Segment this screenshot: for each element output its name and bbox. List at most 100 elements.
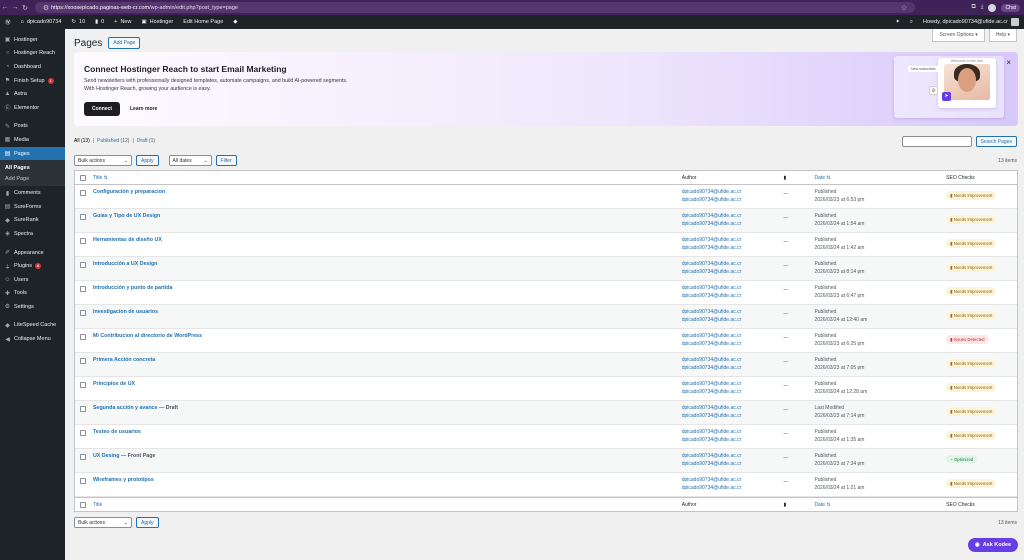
row-checkbox[interactable] [79,190,86,196]
row-checkbox[interactable] [79,262,86,268]
row-checkbox[interactable] [79,382,86,388]
page-title-link[interactable]: UX Desing [93,453,120,459]
apply-button[interactable]: Apply [136,155,159,166]
sidebar-item-surerank[interactable]: ◆ SureRank [0,214,65,228]
address-bar[interactable]: ⚙ https://xoosepicado.paginas-web-cr.com… [35,2,915,13]
filter-button[interactable]: Filter [215,155,237,166]
add-page-button[interactable]: Add Page [108,37,141,49]
sidebar-item-elementor[interactable]: Ⓔ Elementor [0,101,65,115]
ai-sparkle-icon[interactable]: ✦ [890,15,905,29]
diamond-icon[interactable]: ◆ [228,15,242,29]
site-info-icon[interactable]: ⚙ [41,4,51,12]
seo-status-badge[interactable]: ▮ Needs Improvement [946,215,997,224]
row-checkbox[interactable] [79,214,86,220]
author-link[interactable]: dpicado90734@ufide.ac.cr [682,285,784,293]
sidebar-item-hostinger-reach[interactable]: ○ Hostinger Reach [0,47,65,61]
updates-link[interactable]: ↻ 10 [66,15,90,29]
sidebar-item-sureforms[interactable]: ▤ SureForms [0,200,65,214]
close-icon[interactable]: × [1006,58,1011,67]
howdy-account[interactable]: Howdy, dpicado90734@ufide.ac.cr [918,15,1024,29]
seo-status-badge[interactable]: ▮ Needs Improvement [946,359,997,368]
author-link[interactable]: dpicado90734@ufide.ac.cr [682,309,784,317]
wp-logo-icon[interactable]: Ⓦ [0,15,16,29]
reload-icon[interactable]: ↻ [20,4,30,12]
author-link[interactable]: dpicado90734@ufide.ac.cr [682,189,784,197]
site-name-link[interactable]: ⌂ dpicado90734 [16,15,67,29]
forward-icon[interactable]: → [10,4,20,11]
hostinger-link[interactable]: ▣ Hostinger [136,15,178,29]
sidebar-item-litespeed-cache[interactable]: ◆ LiteSpeed Cache [0,319,65,333]
sidebar-item-dashboard[interactable]: ◔ Dashboard [0,60,65,74]
author-link[interactable]: dpicado90734@ufide.ac.cr [682,405,784,413]
sidebar-item-tools[interactable]: ✚ Tools [0,287,65,301]
dates-select[interactable]: All dates ⌄ [168,155,212,166]
seo-status-badge[interactable]: ▮ Needs Improvement [946,287,997,296]
author-link[interactable]: dpicado90734@ufide.ac.cr [682,461,784,469]
page-title-link[interactable]: Testeo de usuarios [93,429,141,435]
seo-status-badge[interactable]: ▮ Issues Detected [946,335,989,344]
row-checkbox[interactable] [79,334,86,340]
page-title-link[interactable]: Introducción y punto de partida [93,285,172,291]
sidebar-item-astra[interactable]: ▲ Astra [0,87,65,101]
bookmark-star-icon[interactable]: ☆ [899,4,909,12]
learn-more-link[interactable]: Learn more [130,106,157,112]
title-column-header[interactable]: Title [91,502,682,508]
sidebar-item-media[interactable]: ▦ Media [0,133,65,147]
sidebar-item-plugins[interactable]: ⏚ Plugins 6 [0,259,65,273]
extensions-icon[interactable]: ⧉ [971,4,975,11]
row-checkbox[interactable] [79,286,86,292]
author-link[interactable]: dpicado90734@ufide.ac.cr [682,221,784,229]
author-link[interactable]: dpicado90734@ufide.ac.cr [682,413,784,421]
sidebar-item-appearance[interactable]: ✐ Appearance [0,246,65,260]
title-column-header[interactable]: Title ⇅ [91,175,682,181]
author-link[interactable]: dpicado90734@ufide.ac.cr [682,261,784,269]
author-link[interactable]: dpicado90734@ufide.ac.cr [682,317,784,325]
row-checkbox[interactable] [79,478,86,484]
page-title-link[interactable]: Introducción a UX Design [93,261,157,267]
seo-status-badge[interactable]: ▮ Needs Improvement [946,431,997,440]
apply-button[interactable]: Apply [136,517,159,528]
filter-draft[interactable]: Draft (1) [137,138,155,144]
seo-status-badge[interactable]: ▮ Needs Improvement [946,407,997,416]
row-checkbox[interactable] [79,310,86,316]
author-link[interactable]: dpicado90734@ufide.ac.cr [682,357,784,365]
new-content-link[interactable]: + New [109,15,136,29]
sidebar-item-posts[interactable]: ✎ Posts [0,120,65,134]
page-title-link[interactable]: Segunda acción y avance [93,405,157,411]
seo-status-badge[interactable]: ▮ Needs Improvement [946,479,997,488]
author-link[interactable]: dpicado90734@ufide.ac.cr [682,269,784,277]
page-title-link[interactable]: Principios de UX [93,381,135,387]
row-checkbox[interactable] [79,238,86,244]
author-link[interactable]: dpicado90734@ufide.ac.cr [682,245,784,253]
chat-button[interactable]: Chat [1001,3,1020,12]
filter-published[interactable]: Published (12) [97,138,129,144]
seo-status-badge[interactable]: ◔ Optimized [946,455,978,463]
ask-kodee-button[interactable]: ◉ Ask Kodee [968,538,1018,552]
page-title-link[interactable]: Guias y Tipo de UX Design [93,213,160,219]
seo-status-badge[interactable]: ▮ Needs Improvement [946,383,997,392]
row-checkbox[interactable] [79,406,86,412]
screen-options-button[interactable]: Screen Options ▾ [932,29,985,42]
seo-status-badge[interactable]: ▮ Needs Improvement [946,239,997,248]
sidebar-item-finish-setup[interactable]: ⚑ Finish Setup 1 [0,74,65,88]
sidebar-item-collapse-menu[interactable]: ◀ Collapse Menu [0,332,65,346]
bulk-actions-select[interactable]: Bulk actions ⌄ [74,155,132,166]
sidebar-item-spectra[interactable]: ◈ Spectra [0,227,65,241]
author-link[interactable]: dpicado90734@ufide.ac.cr [682,437,784,445]
select-all-checkbox[interactable] [79,174,86,181]
date-column-header[interactable]: Date ⇅ [814,175,946,181]
seo-status-badge[interactable]: ▮ Needs Improvement [946,263,997,272]
author-link[interactable]: dpicado90734@ufide.ac.cr [682,389,784,397]
comments-link[interactable]: ▮ 0 [90,15,109,29]
sidebar-item-hostinger[interactable]: ▣ Hostinger [0,33,65,47]
author-link[interactable]: dpicado90734@ufide.ac.cr [682,333,784,341]
submenu-all-pages[interactable]: All Pages [0,162,65,173]
search-icon[interactable]: ⌕ [905,15,918,29]
search-pages-button[interactable]: Search Pages [975,136,1017,147]
page-title-link[interactable]: Mi Contribucion al directorio de WordPre… [93,333,202,339]
author-link[interactable]: dpicado90734@ufide.ac.cr [682,213,784,221]
seo-status-badge[interactable]: ▮ Needs Improvement [946,191,997,200]
sidebar-item-settings[interactable]: ⚙ Settings [0,300,65,314]
author-link[interactable]: dpicado90734@ufide.ac.cr [682,453,784,461]
row-checkbox[interactable] [79,454,86,460]
